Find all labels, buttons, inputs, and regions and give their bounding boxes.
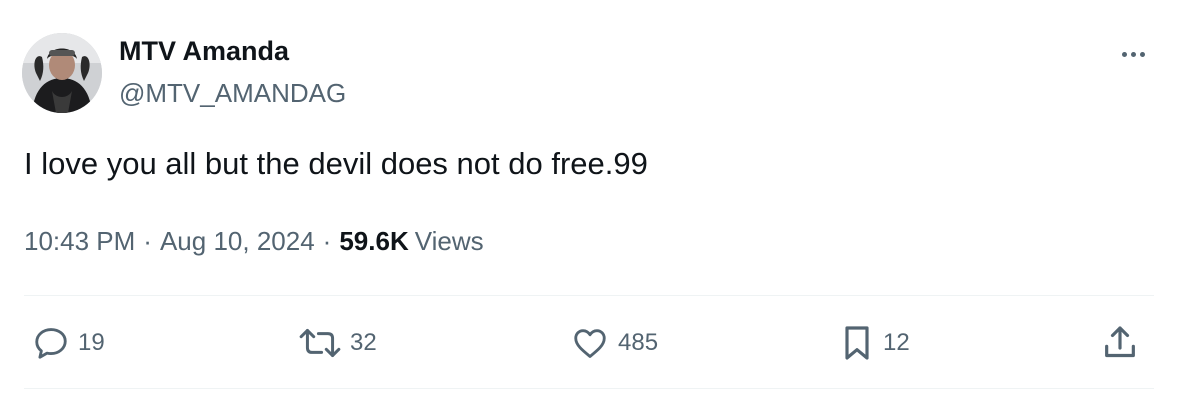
share-icon: [1105, 326, 1135, 358]
avatar[interactable]: [22, 33, 102, 113]
meta-separator: ·: [143, 226, 152, 256]
bookmark-count: 12: [883, 329, 910, 356]
reply-button[interactable]: 19: [32, 318, 105, 368]
views-label: Views: [414, 226, 484, 256]
tweet-date[interactable]: Aug 10, 2024: [160, 226, 315, 257]
avatar-image: [22, 33, 102, 113]
bookmark-icon: [845, 326, 869, 360]
reply-count: 19: [78, 329, 105, 356]
retweet-icon: [299, 328, 341, 358]
more-horizontal-icon: [1121, 51, 1127, 57]
share-button[interactable]: [1100, 318, 1140, 368]
divider: [24, 388, 1154, 389]
tweet-time[interactable]: 10:43 PM: [24, 226, 135, 257]
tweet-text: I love you all but the devil does not do…: [24, 146, 648, 181]
like-button[interactable]: 485: [570, 318, 658, 368]
views-count: 59.6K: [339, 226, 409, 256]
more-horizontal-icon-dot: [1130, 51, 1136, 57]
retweet-button[interactable]: 32: [298, 318, 377, 368]
divider: [24, 295, 1154, 296]
tweet-meta: 10:43 PM · Aug 10, 2024 · 59.6K Views: [24, 226, 484, 257]
meta-separator: ·: [322, 226, 332, 256]
bookmark-button[interactable]: 12: [839, 318, 910, 368]
more-options-button[interactable]: [1114, 40, 1152, 68]
retweet-count: 32: [350, 329, 377, 356]
more-horizontal-icon-dot: [1139, 51, 1145, 57]
heart-icon: [574, 329, 606, 358]
author-display-name[interactable]: MTV Amanda: [119, 36, 289, 67]
reply-icon: [35, 328, 67, 359]
author-handle[interactable]: @MTV_AMANDAG: [119, 78, 346, 109]
action-bar: 19 32 485 12: [0, 318, 1178, 368]
like-count: 485: [618, 329, 659, 356]
